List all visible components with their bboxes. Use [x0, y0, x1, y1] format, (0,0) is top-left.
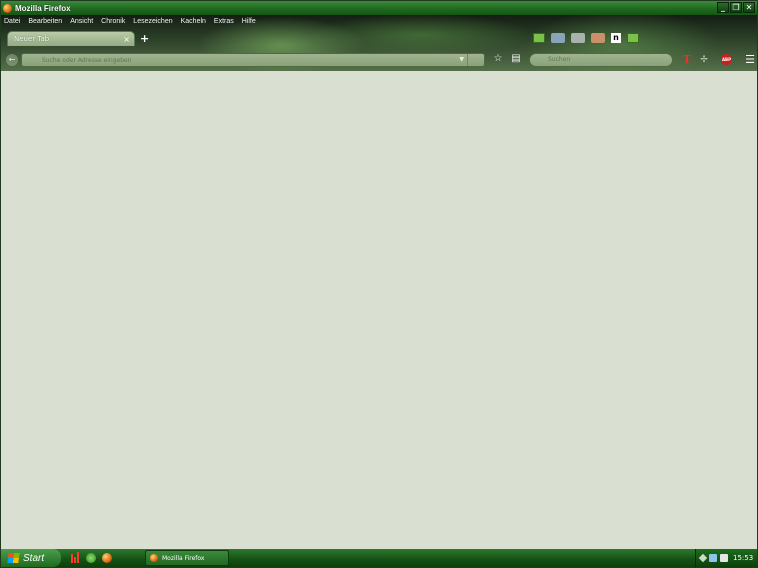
menu-hilfe[interactable]: Hilfe	[242, 18, 256, 25]
menu-extras[interactable]: Extras	[214, 18, 234, 25]
volume-icon[interactable]	[720, 554, 728, 562]
url-dropdown-icon[interactable]: ▼	[459, 56, 464, 63]
firefox-launch-icon[interactable]	[102, 552, 112, 563]
t-addon-icon[interactable]: T	[681, 53, 693, 66]
quick-launch	[71, 552, 112, 563]
folder-icon[interactable]	[627, 33, 639, 43]
navigation-toolbar: ← ▼ ☆ ▤ T ✢ ABP ☰	[1, 51, 757, 69]
tab-neuer-tab[interactable]: Neuer Tab ×	[7, 31, 135, 46]
blurred-bookmark-icon[interactable]	[591, 33, 605, 43]
firefox-icon	[3, 3, 12, 13]
url-input[interactable]	[22, 55, 464, 65]
page-content[interactable]	[1, 71, 757, 549]
taskbar-item-label: Mozilla Firefox	[162, 554, 205, 562]
close-button[interactable]: ✕	[743, 2, 755, 13]
start-label: Start	[23, 552, 45, 564]
back-button[interactable]: ←	[6, 54, 18, 66]
search-input[interactable]	[530, 55, 670, 64]
menu-datei[interactable]: Datei	[4, 18, 20, 25]
start-button[interactable]: Start	[1, 549, 61, 567]
browser-chrome: Datei Bearbeiten Ansicht Chronik Lesezei…	[1, 15, 757, 71]
new-tab-button[interactable]: +	[140, 32, 149, 45]
taskbar-item-firefox[interactable]: Mozilla Firefox	[145, 550, 229, 566]
minimize-button[interactable]: _	[717, 2, 729, 13]
network-icon[interactable]	[709, 554, 717, 562]
menu-bar: Datei Bearbeiten Ansicht Chronik Lesezei…	[1, 15, 264, 28]
system-tray: 15:53	[695, 549, 757, 567]
bookmark-star-icon[interactable]: ☆	[492, 53, 504, 65]
puzzle-icon[interactable]: ✢	[698, 55, 710, 65]
addon-icons: T ✢ ABP ☰	[681, 53, 757, 66]
tab-label: Neuer Tab	[14, 35, 50, 43]
tab-close-icon[interactable]: ×	[123, 35, 130, 44]
tray-diamond-icon[interactable]	[698, 553, 708, 563]
blurred-bookmark-icon[interactable]	[571, 33, 585, 43]
restore-button[interactable]: ❐	[730, 2, 742, 13]
window-title: Mozilla Firefox	[15, 3, 71, 13]
windows-logo-icon	[7, 553, 20, 563]
url-bar[interactable]: ▼	[21, 53, 485, 67]
window-controls: _ ❐ ✕	[717, 2, 755, 13]
title-bar[interactable]: Mozilla Firefox _ ❐ ✕	[1, 1, 757, 15]
firefox-icon	[150, 554, 158, 562]
reader-icon[interactable]: ▤	[510, 53, 522, 65]
clock[interactable]: 15:53	[733, 554, 753, 562]
menu-ansicht[interactable]: Ansicht	[70, 18, 93, 25]
search-bar[interactable]	[529, 53, 673, 67]
menu-kacheln[interactable]: Kacheln	[181, 18, 206, 25]
taskbar: Start Mozilla Firefox 15:53	[1, 549, 757, 567]
menu-lesezeichen[interactable]: Lesezeichen	[133, 18, 172, 25]
adblock-icon[interactable]: ABP	[721, 54, 732, 65]
hamburger-menu-icon[interactable]: ☰	[743, 53, 757, 66]
tab-strip: Neuer Tab × + n	[1, 31, 757, 47]
n-extension-icon[interactable]: n	[611, 33, 621, 43]
menu-bearbeiten[interactable]: Bearbeiten	[28, 18, 62, 25]
folder-icon[interactable]	[533, 33, 545, 43]
url-go-button[interactable]	[467, 54, 480, 66]
menu-chronik[interactable]: Chronik	[101, 18, 125, 25]
nav-icons: ☆ ▤	[492, 53, 522, 65]
toolbar-extensions: n	[533, 33, 639, 43]
blurred-bookmark-icon[interactable]	[551, 33, 565, 43]
green-app-icon[interactable]	[86, 552, 96, 563]
browser-window: Mozilla Firefox _ ❐ ✕ Datei Bearbeiten A…	[0, 0, 758, 568]
chart-app-icon[interactable]	[71, 552, 80, 563]
